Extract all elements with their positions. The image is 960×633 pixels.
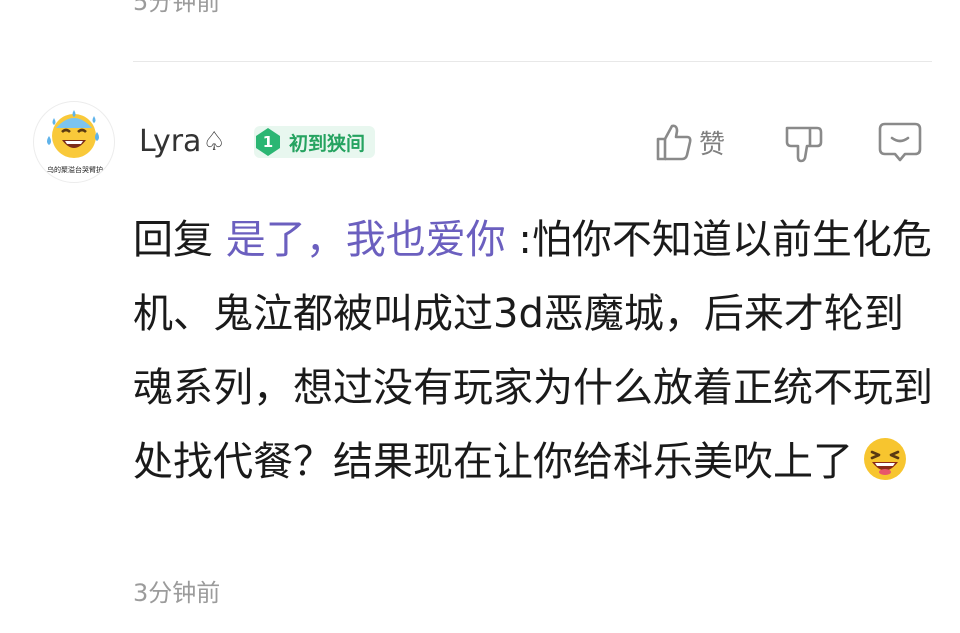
like-button[interactable]: 赞 — [655, 120, 725, 164]
dislike-button[interactable] — [782, 122, 826, 166]
spade-suffix: ♤ — [202, 127, 226, 157]
comment-divider — [133, 61, 932, 62]
reply-target-link[interactable]: 是了，我也爱你 — [226, 217, 506, 263]
comment-button[interactable] — [877, 120, 923, 164]
previous-comment-time: 5分钟前 — [133, 0, 221, 16]
thumbs-up-icon — [656, 124, 692, 161]
avatar-caption: 乌的聚溢台哭臂护 — [47, 166, 103, 174]
comment-page: 5分钟前 乌的聚溢台哭臂护 Lyra ♤ 1 初到狭间 赞 回复 是了，我也爱你… — [0, 0, 960, 633]
username[interactable]: Lyra ♤ — [139, 124, 226, 160]
avatar[interactable]: 乌的聚溢台哭臂护 — [33, 101, 115, 183]
comment-bubble-icon — [878, 122, 922, 162]
level-number: 1 — [262, 133, 274, 151]
like-label: 赞 — [699, 129, 726, 160]
level-diamond-icon: 1 — [252, 126, 284, 158]
level-badge[interactable]: 1 初到狭间 — [252, 126, 376, 158]
username-text: Lyra — [139, 124, 202, 159]
level-title: 初到狭间 — [289, 132, 366, 155]
laughing-emoji-icon — [861, 433, 909, 481]
comment-time: 3分钟前 — [133, 579, 221, 607]
comment-body: 回复 是了，我也爱你 :怕你不知道以前生化危机、鬼泣都被叫成过3d恶魔城，后来才… — [133, 203, 933, 499]
reply-prefix: 回复 — [133, 217, 226, 263]
thumbs-down-icon — [785, 126, 823, 163]
